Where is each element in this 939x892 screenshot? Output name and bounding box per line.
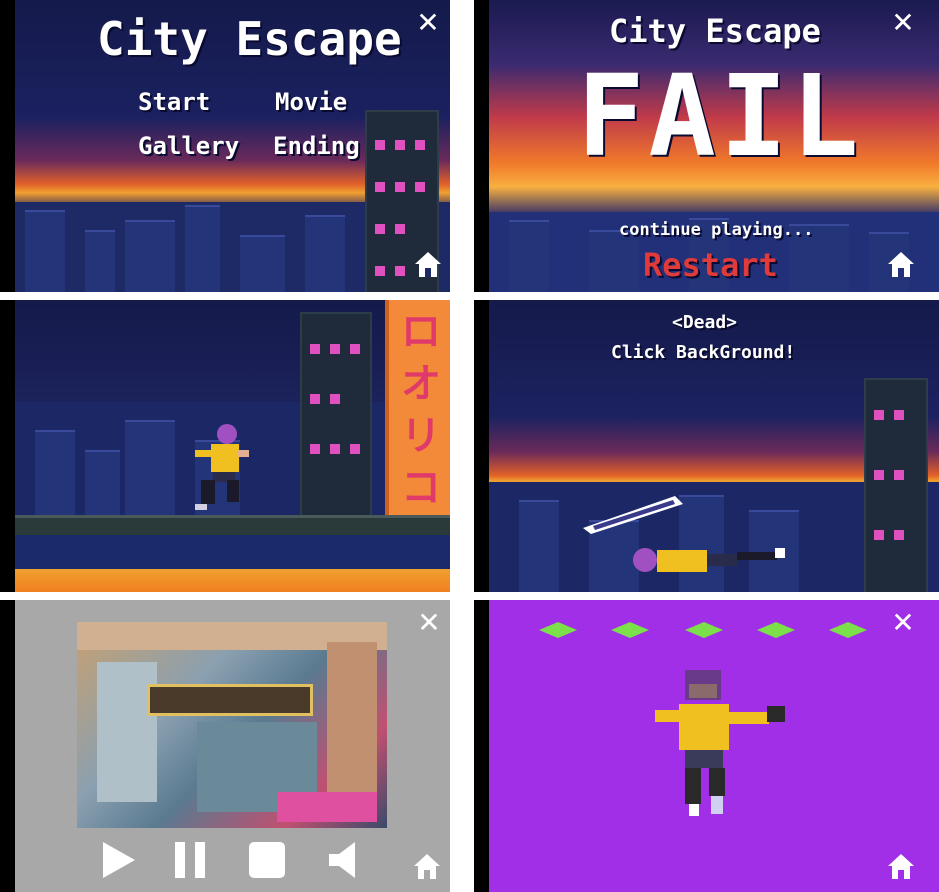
neon-building	[864, 378, 928, 592]
volume-icon[interactable]	[325, 840, 365, 880]
menu-start-button[interactable]: Start	[138, 88, 210, 116]
gallery-screen: ✕	[489, 600, 939, 892]
player-character	[195, 424, 249, 510]
close-icon[interactable]: ✕	[890, 609, 916, 637]
home-icon[interactable]	[413, 250, 443, 278]
title-screen: City Escape Start Movie Gallery Ending ✕	[15, 0, 450, 292]
fail-screen[interactable]: City Escape FAIL continue playing... Res…	[489, 0, 939, 292]
menu-gallery-button[interactable]: Gallery	[138, 132, 239, 160]
dead-screen[interactable]: <Dead> Click BackGround!	[489, 300, 939, 592]
movie-player-panel: ✕	[0, 600, 450, 892]
fail-screen-panel: City Escape FAIL continue playing... Res…	[474, 0, 939, 292]
continue-text: continue playing...	[619, 220, 814, 240]
pause-icon[interactable]	[171, 840, 211, 880]
dead-status-text: <Dead>	[672, 312, 738, 333]
gallery-panel: ✕	[474, 600, 939, 892]
life-diamond-5	[829, 622, 867, 638]
broken-board-sprite	[583, 496, 683, 534]
neon-sign: ロオリコ	[385, 300, 450, 525]
dead-screen-panel: <Dead> Click BackGround!	[474, 300, 939, 592]
gameplay-screen[interactable]: ロオリコ	[15, 300, 450, 592]
gameplay-panel: ロオリコ	[0, 300, 450, 592]
menu-movie-button[interactable]: Movie	[275, 88, 347, 116]
life-diamond-4	[757, 622, 795, 638]
neon-building	[300, 312, 372, 536]
home-icon[interactable]	[412, 852, 442, 880]
life-diamond-1	[539, 622, 577, 638]
close-icon[interactable]: ✕	[890, 9, 916, 37]
home-icon[interactable]	[886, 250, 916, 278]
movie-player-screen: ✕	[15, 600, 450, 892]
close-icon[interactable]: ✕	[416, 609, 442, 637]
menu-ending-button[interactable]: Ending	[273, 132, 360, 160]
street-ground	[15, 535, 450, 592]
restart-button[interactable]: Restart	[643, 246, 778, 284]
fallen-player-character	[633, 548, 785, 572]
life-diamond-2	[611, 622, 649, 638]
home-icon[interactable]	[886, 852, 916, 880]
life-diamond-3	[685, 622, 723, 638]
game-title: City Escape	[97, 12, 402, 66]
player-character-sprite	[655, 670, 785, 816]
title-screen-panel: City Escape Start Movie Gallery Ending ✕	[0, 0, 450, 292]
click-background-hint: Click BackGround!	[611, 342, 796, 363]
fail-banner: FAIL	[577, 52, 863, 182]
stop-icon[interactable]	[247, 840, 287, 880]
play-icon[interactable]	[99, 840, 139, 880]
game-title: City Escape	[609, 12, 821, 50]
neon-sign-text: ロオリコ	[401, 309, 441, 511]
close-icon[interactable]: ✕	[415, 9, 441, 37]
movie-frame[interactable]	[77, 622, 387, 828]
